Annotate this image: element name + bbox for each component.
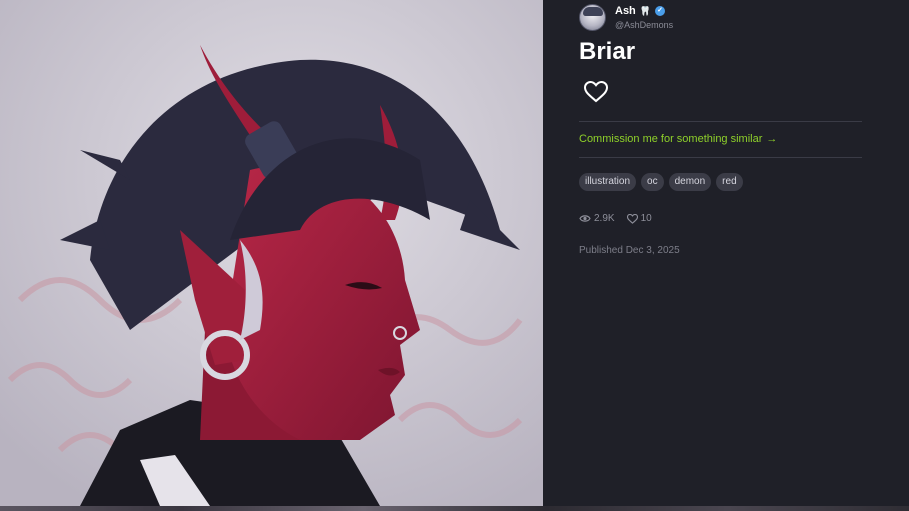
tooth-emoji: 🦷 <box>639 5 651 16</box>
verified-badge-icon: ✓ <box>655 6 665 16</box>
eye-icon <box>579 215 591 222</box>
arrow-right-icon: → <box>766 133 778 145</box>
commission-link[interactable]: Commission me for something similar → <box>579 133 777 145</box>
tag-oc[interactable]: oc <box>641 173 664 191</box>
author-name[interactable]: Ash <box>615 5 636 18</box>
tag-red[interactable]: red <box>716 173 743 191</box>
commission-link-label: Commission me for something similar <box>579 133 763 145</box>
likes-count: 10 <box>640 213 652 224</box>
tag-list: illustration oc demon red <box>579 173 743 191</box>
post-title: Briar <box>579 38 636 65</box>
artwork-image[interactable] <box>0 0 543 506</box>
heart-icon <box>584 81 608 103</box>
artwork-illustration <box>0 0 543 506</box>
author-block[interactable]: Ash 🦷 ✓ @AshDemons <box>579 4 673 31</box>
tag-demon[interactable]: demon <box>668 173 712 191</box>
avatar[interactable] <box>579 4 606 31</box>
stats-row: 2.9K 10 <box>579 213 652 224</box>
tag-illustration[interactable]: illustration <box>579 173 637 191</box>
author-handle[interactable]: @AshDemons <box>615 19 673 31</box>
bottom-strip <box>0 506 909 511</box>
likes-stat: 10 <box>626 213 652 224</box>
heart-outline-icon <box>626 213 638 224</box>
views-count: 2.9K <box>594 213 615 224</box>
divider <box>579 121 862 122</box>
divider <box>579 157 862 158</box>
views-stat: 2.9K <box>579 213 615 224</box>
published-date: Published Dec 3, 2025 <box>579 245 680 256</box>
author-name-row[interactable]: Ash 🦷 ✓ <box>615 5 673 18</box>
like-button[interactable] <box>583 79 609 105</box>
